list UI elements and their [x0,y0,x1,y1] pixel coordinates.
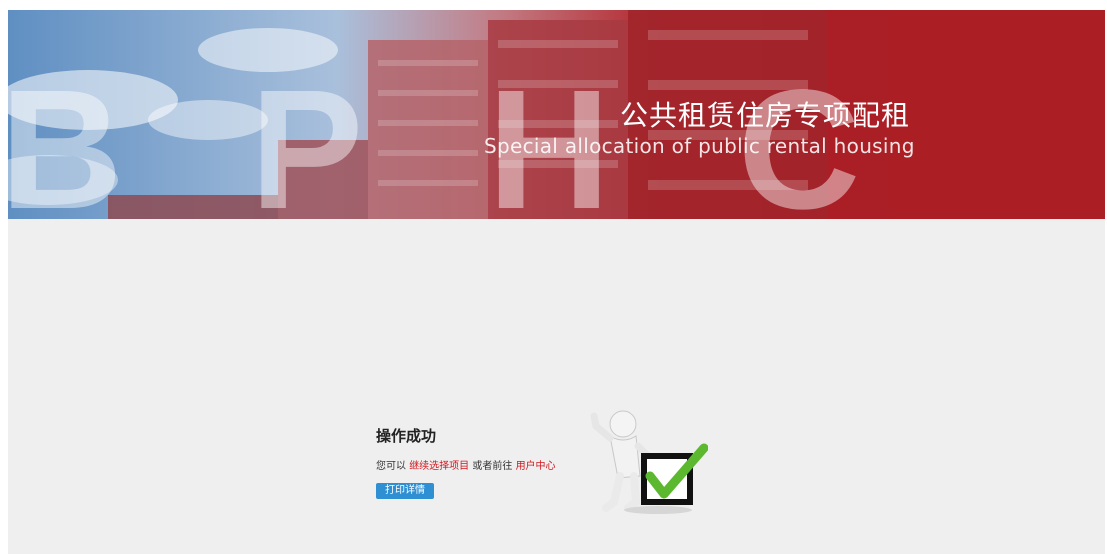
page: B P H C 公共租赁住房专项配租 Special allocation of… [8,10,1105,554]
continue-selecting-link[interactable]: 继续选择项目 [409,461,469,472]
banner-subtitle: Special allocation of public rental hous… [484,134,915,158]
message-middle: 或者前往 [472,461,513,472]
banner: B P H C 公共租赁住房专项配租 Special allocation of… [8,10,1105,219]
banner-title: 公共租赁住房专项配租 [620,99,911,132]
success-title: 操作成功 [376,427,437,445]
print-details-button[interactable]: 打印详情 [376,483,434,499]
success-message: 您可以 继续选择项目 或者前往 用户中心 [376,457,556,472]
user-center-link[interactable]: 用户中心 [516,461,556,472]
message-prefix: 您可以 [376,461,406,472]
success-figure-icon [590,410,708,514]
